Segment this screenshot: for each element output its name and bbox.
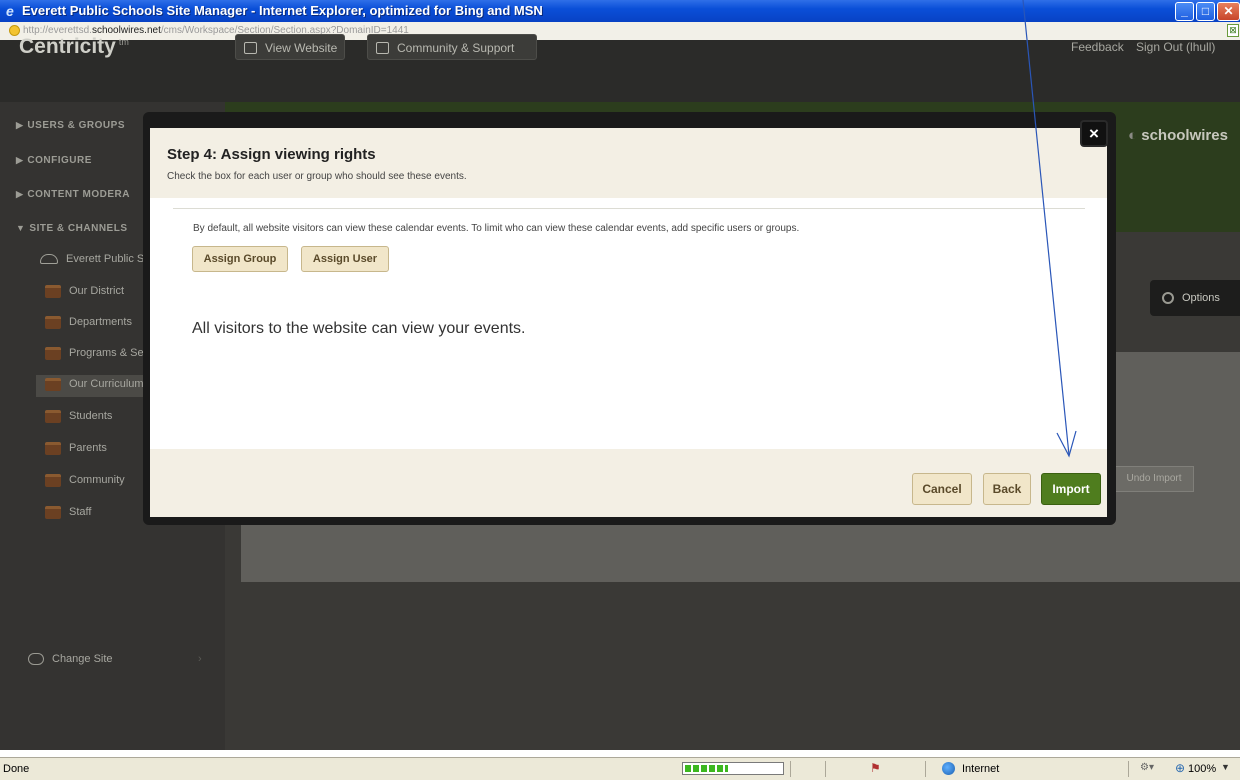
sidebar-header-site-channels[interactable]: ▼ SITE & CHANNELS <box>16 223 127 234</box>
assign-group-button[interactable]: Assign Group <box>192 246 288 272</box>
status-separator <box>825 761 826 777</box>
window-title-bar: e Everett Public Schools Site Manager - … <box>0 0 1240 22</box>
expand-arrow-icon: ▶ <box>16 120 24 130</box>
feedback-link[interactable]: Feedback <box>1071 40 1124 54</box>
zoom-level[interactable]: 100% <box>1188 763 1216 775</box>
default-visibility-info: By default, all website visitors can vie… <box>193 223 800 234</box>
status-separator <box>925 761 926 777</box>
privacy-icon[interactable]: ⚑ <box>870 761 882 775</box>
status-separator <box>1128 761 1129 777</box>
sidebar-header-configure[interactable]: ▶ CONFIGURE <box>16 155 92 166</box>
minimize-button[interactable]: _ <box>1175 2 1194 21</box>
dialog-subtitle: Check the box for each user or group who… <box>167 171 467 182</box>
expand-arrow-icon: ▶ <box>16 189 24 199</box>
assign-viewing-rights-dialog: Step 4: Assign viewing rights Check the … <box>150 128 1107 517</box>
status-bar: Done ⚑ Internet ⚙▾ ⊕ 100% ▼ <box>0 757 1240 780</box>
internet-zone-icon <box>942 762 955 775</box>
visibility-status-text: All visitors to the website can view you… <box>192 320 526 337</box>
status-text: Done <box>3 763 30 775</box>
sidebar-header-users-groups[interactable]: ▶ USERS & GROUPS <box>16 120 125 131</box>
zoom-icon: ⊕ <box>1175 761 1186 775</box>
security-zone[interactable]: Internet <box>962 763 999 775</box>
options-button[interactable]: Options <box>1150 280 1240 316</box>
gear-icon <box>1162 292 1174 305</box>
protected-mode-icon[interactable]: ⚙▾ <box>1140 762 1154 774</box>
back-button[interactable]: Back <box>983 473 1031 505</box>
cloud-icon <box>40 254 58 264</box>
briefcase-icon <box>45 378 61 391</box>
briefcase-icon <box>45 285 61 298</box>
change-site-icon <box>28 653 44 666</box>
address-bar[interactable]: http://everettsd.schoolwires.net/cms/Wor… <box>0 22 1240 41</box>
cancel-button[interactable]: Cancel <box>912 473 972 505</box>
assign-user-button[interactable]: Assign User <box>301 246 389 272</box>
schoolwires-logo: ◐ schoolwires <box>1128 127 1228 144</box>
briefcase-icon <box>45 410 61 423</box>
view-website-button[interactable]: View Website <box>235 34 345 60</box>
import-button[interactable]: Import <box>1041 473 1101 505</box>
window-close-button[interactable]: ✕ <box>1217 2 1240 21</box>
undo-import-button[interactable]: Undo Import <box>1114 466 1194 492</box>
progress-fill <box>685 765 728 772</box>
centricity-logo[interactable]: Centricity tm <box>19 35 129 59</box>
monitor-icon <box>244 41 257 54</box>
compatibility-view-icon[interactable]: ⊠ <box>1227 24 1239 37</box>
close-icon: × <box>1089 124 1099 143</box>
dialog-header: Step 4: Assign viewing rights Check the … <box>150 128 1107 198</box>
chat-icon <box>376 41 389 54</box>
window-title: Everett Public Schools Site Manager - In… <box>22 3 543 18</box>
status-separator <box>790 761 791 777</box>
dialog-close-button[interactable]: × <box>1080 120 1108 147</box>
page-load-progress <box>682 762 784 775</box>
collapse-arrow-icon: ▼ <box>16 223 26 233</box>
internet-explorer-icon: e <box>6 3 14 19</box>
briefcase-icon <box>45 316 61 329</box>
chevron-right-icon: › <box>198 653 202 665</box>
app-top-nav <box>0 40 1240 102</box>
change-site-link[interactable]: Change Site › <box>28 653 202 666</box>
briefcase-icon <box>45 442 61 455</box>
briefcase-icon <box>45 347 61 360</box>
expand-arrow-icon: ▶ <box>16 155 24 165</box>
zoom-dropdown-icon[interactable]: ▼ <box>1221 762 1230 772</box>
divider <box>173 208 1085 209</box>
logo-mark-icon: ◐ <box>1128 127 1142 144</box>
sign-out-link[interactable]: Sign Out (lhull) <box>1136 40 1215 54</box>
maximize-button[interactable]: □ <box>1196 2 1215 21</box>
dialog-title: Step 4: Assign viewing rights <box>167 146 376 163</box>
community-support-button[interactable]: Community & Support <box>367 34 537 60</box>
sidebar-header-content-moderation[interactable]: ▶ CONTENT MODERA <box>16 189 130 200</box>
briefcase-icon <box>45 474 61 487</box>
briefcase-icon <box>45 506 61 519</box>
